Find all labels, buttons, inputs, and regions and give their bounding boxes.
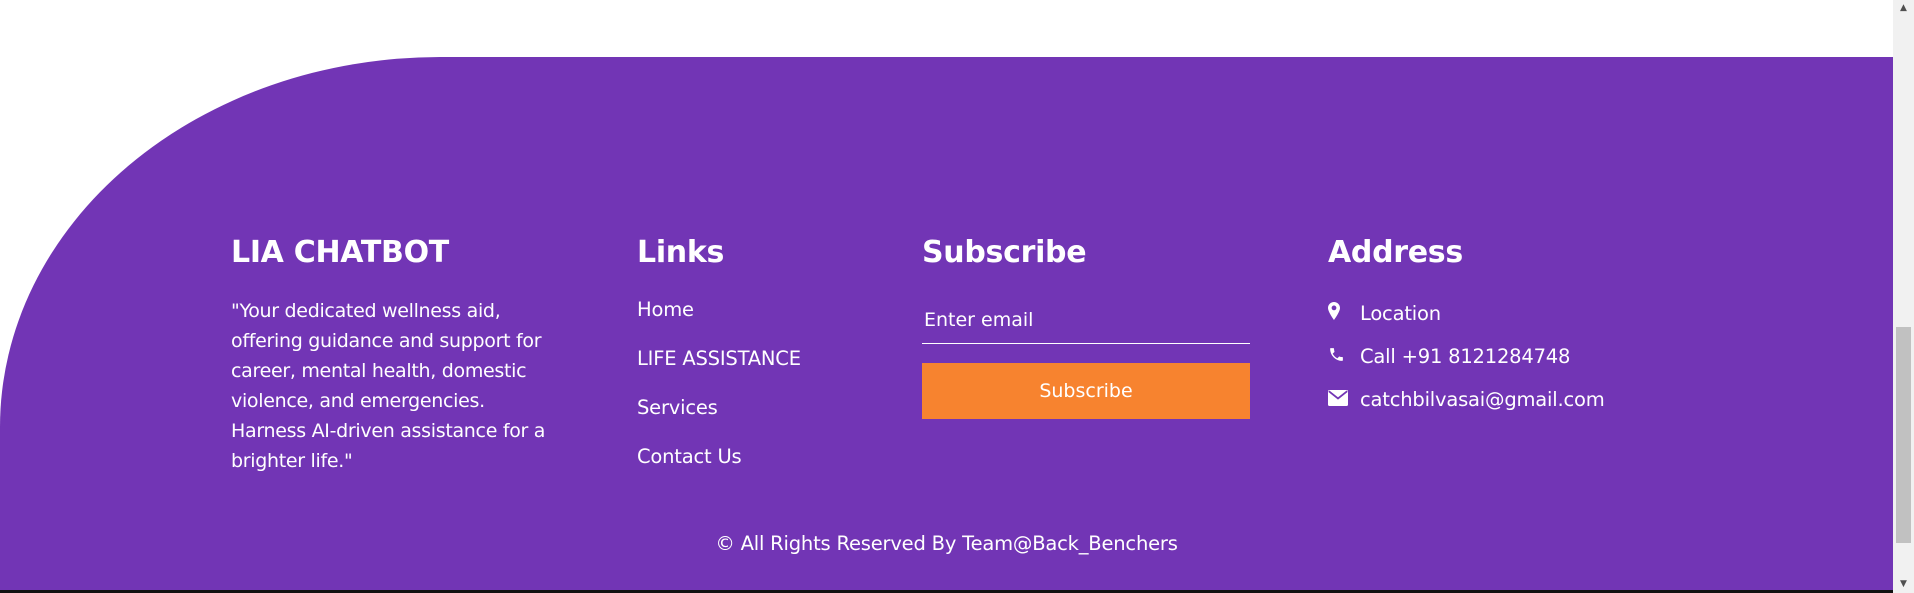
email-input[interactable] bbox=[922, 303, 1250, 337]
email-field-wrapper bbox=[922, 303, 1250, 344]
location-text: Location bbox=[1360, 302, 1441, 325]
copyright-text: © All Rights Reserved By Team@Back_Bench… bbox=[715, 532, 1178, 555]
footer-link-services[interactable]: Services bbox=[637, 383, 837, 432]
address-email: catchbilvasai@gmail.com bbox=[1328, 378, 1728, 421]
map-pin-icon bbox=[1328, 302, 1350, 325]
links-list: Home LIFE ASSISTANCE Services Contact Us bbox=[637, 285, 837, 481]
scrollbar-thumb[interactable] bbox=[1896, 327, 1911, 543]
phone-text[interactable]: Call +91 8121284748 bbox=[1360, 345, 1570, 368]
links-title: Links bbox=[637, 235, 725, 270]
address-phone: Call +91 8121284748 bbox=[1328, 335, 1728, 378]
about-section: LIA CHATBOT "Your dedicated wellness aid… bbox=[231, 235, 561, 476]
email-text[interactable]: catchbilvasai@gmail.com bbox=[1360, 388, 1605, 411]
footer-link-life-assistance[interactable]: LIFE ASSISTANCE bbox=[637, 334, 837, 383]
scroll-down-icon[interactable]: ▼ bbox=[1893, 576, 1914, 593]
address-section: Address Location Call +91 8121284748 cat… bbox=[1328, 235, 1728, 421]
subscribe-title: Subscribe bbox=[922, 235, 1087, 270]
address-title: Address bbox=[1328, 235, 1463, 270]
subscribe-section: Subscribe Subscribe bbox=[922, 235, 1250, 419]
address-location: Location bbox=[1328, 292, 1728, 335]
footer-link-home[interactable]: Home bbox=[637, 285, 837, 334]
scroll-up-icon[interactable]: ▲ bbox=[1893, 0, 1914, 17]
phone-icon bbox=[1328, 345, 1350, 368]
vertical-scrollbar[interactable]: ▲ ▼ bbox=[1893, 0, 1914, 593]
footer-link-contact-us[interactable]: Contact Us bbox=[637, 432, 837, 481]
address-list: Location Call +91 8121284748 catchbilvas… bbox=[1328, 292, 1728, 421]
links-section: Links Home LIFE ASSISTANCE Services Cont… bbox=[637, 235, 837, 481]
brand-description: "Your dedicated wellness aid, offering g… bbox=[231, 300, 546, 472]
subscribe-button[interactable]: Subscribe bbox=[922, 363, 1250, 419]
brand-title: LIA CHATBOT bbox=[231, 235, 449, 270]
envelope-icon bbox=[1328, 388, 1350, 411]
